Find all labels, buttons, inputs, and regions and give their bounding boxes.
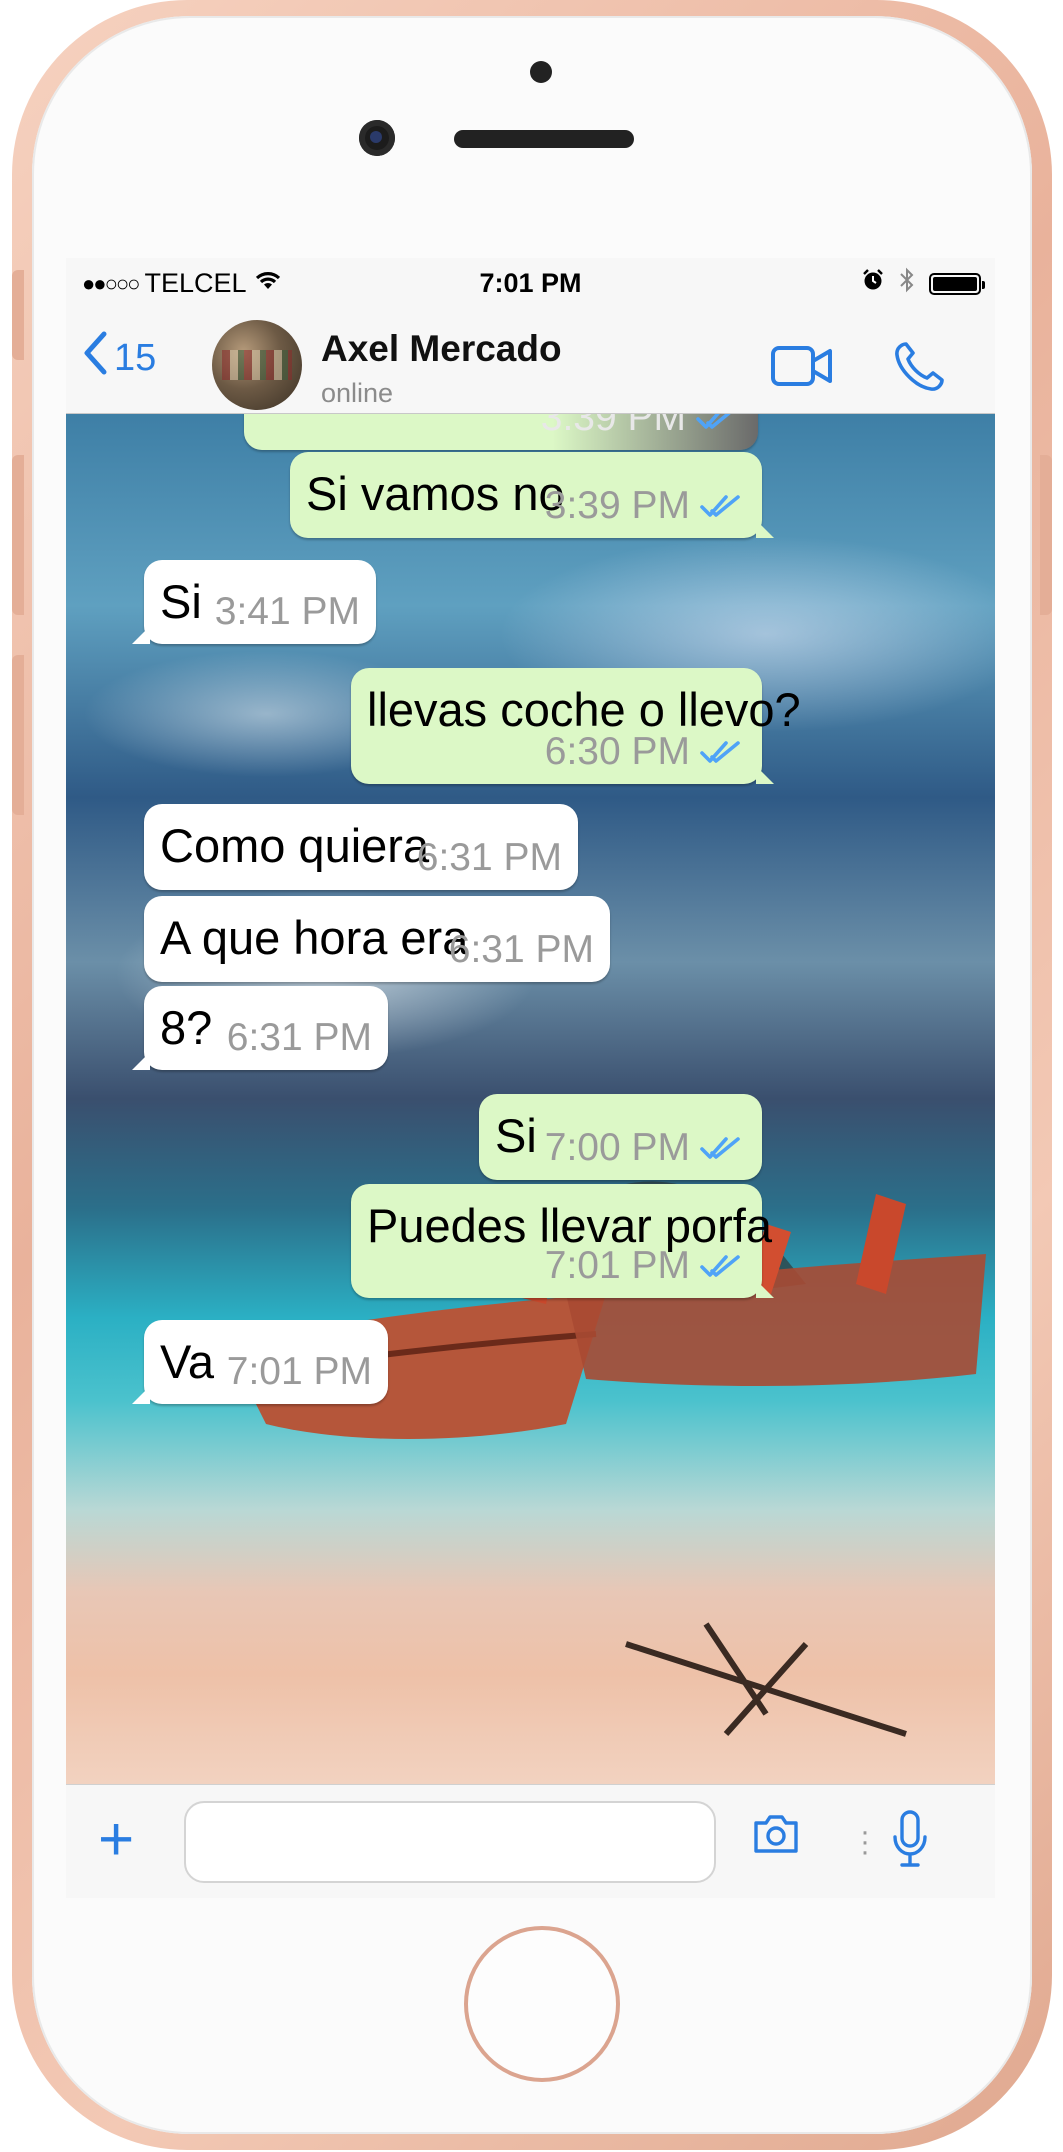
contact-name[interactable]: Axel Mercado [321,328,562,370]
chat-area[interactable]: 3:39 PM Si vamos no 3:39 PM Si 3:41 PM l… [66,414,995,1784]
microphone-icon[interactable] [892,1809,928,1874]
message-text: A que hora era [160,911,469,964]
volume-down-button [12,655,24,815]
message-bubble-outgoing[interactable]: Si vamos no 3:39 PM [290,452,774,538]
message-time: 6:31 PM [448,928,594,971]
message-time: 7:01 PM [544,1244,690,1287]
message-input-bar: + · · · [66,1784,995,1898]
message-input[interactable] [184,1801,716,1883]
avatar[interactable] [212,320,302,410]
video-call-icon[interactable] [771,346,833,391]
plus-icon[interactable]: + [98,1809,134,1871]
message-bubble-outgoing[interactable]: 3:39 PM [244,414,758,450]
message-time: 6:31 PM [226,1016,372,1059]
message-bubble-incoming[interactable]: A que hora era 6:31 PM [144,896,610,982]
camera-icon[interactable] [752,1813,800,1860]
message-time: 3:41 PM [214,590,360,633]
message-time: 7:01 PM [226,1350,372,1393]
contact-status: online [321,378,394,408]
message-time: 6:31 PM [416,836,562,879]
phone-call-icon[interactable] [892,340,946,399]
proximity-sensor [530,61,552,83]
message-time: 3:39 PM [540,414,686,439]
message-text: llevas coche o llevo? [367,683,801,736]
double-check-icon [696,414,731,429]
status-time: 7:01 PM [479,268,582,298]
back-button[interactable]: 15 [82,330,156,386]
separator-dots: · · · [860,1815,870,1868]
status-bar: ●●○○○ TELCEL 7:01 PM [66,258,995,308]
message-text: Si [495,1109,537,1162]
message-time: 3:39 PM [544,484,690,527]
back-chevron-icon [82,330,108,386]
message-text: Si [160,575,202,628]
alarm-icon [861,268,885,299]
message-time: 6:30 PM [544,730,690,773]
message-text: Va [160,1335,214,1388]
double-check-icon [700,1255,740,1277]
mute-switch [12,270,24,360]
chat-header: 15 Axel Mercado online [66,308,995,414]
message-time: 7:00 PM [544,1126,690,1169]
message-text: 8? [160,1001,213,1054]
double-check-icon [700,495,740,517]
message-text: Si vamos no [306,467,565,520]
message-bubble-incoming[interactable]: 8? 6:31 PM [132,986,388,1070]
message-bubble-outgoing[interactable]: Si 7:00 PM [479,1094,762,1180]
unread-count: 15 [114,336,157,379]
power-button [1040,455,1052,615]
home-button[interactable] [464,1926,620,2082]
screen: ●●○○○ TELCEL 7:01 PM 15 Axel Mercado onl… [66,258,995,1898]
volume-up-button [12,455,24,615]
bluetooth-icon [899,266,915,301]
message-bubble-incoming[interactable]: Como quiera 6:31 PM [144,804,578,890]
double-check-icon [700,1137,740,1159]
message-text: Como quiera [160,819,430,872]
battery-icon [929,272,985,295]
message-bubble-incoming[interactable]: Si 3:41 PM [132,560,376,644]
message-bubble-outgoing[interactable]: llevas coche o llevo? 6:30 PM [351,668,801,784]
double-check-icon [700,741,740,763]
front-camera [359,120,395,156]
earpiece-speaker [454,130,634,148]
message-bubble-incoming[interactable]: Va 7:01 PM [132,1320,388,1404]
message-bubble-outgoing[interactable]: Puedes llevar porfa 7:01 PM [351,1184,774,1298]
